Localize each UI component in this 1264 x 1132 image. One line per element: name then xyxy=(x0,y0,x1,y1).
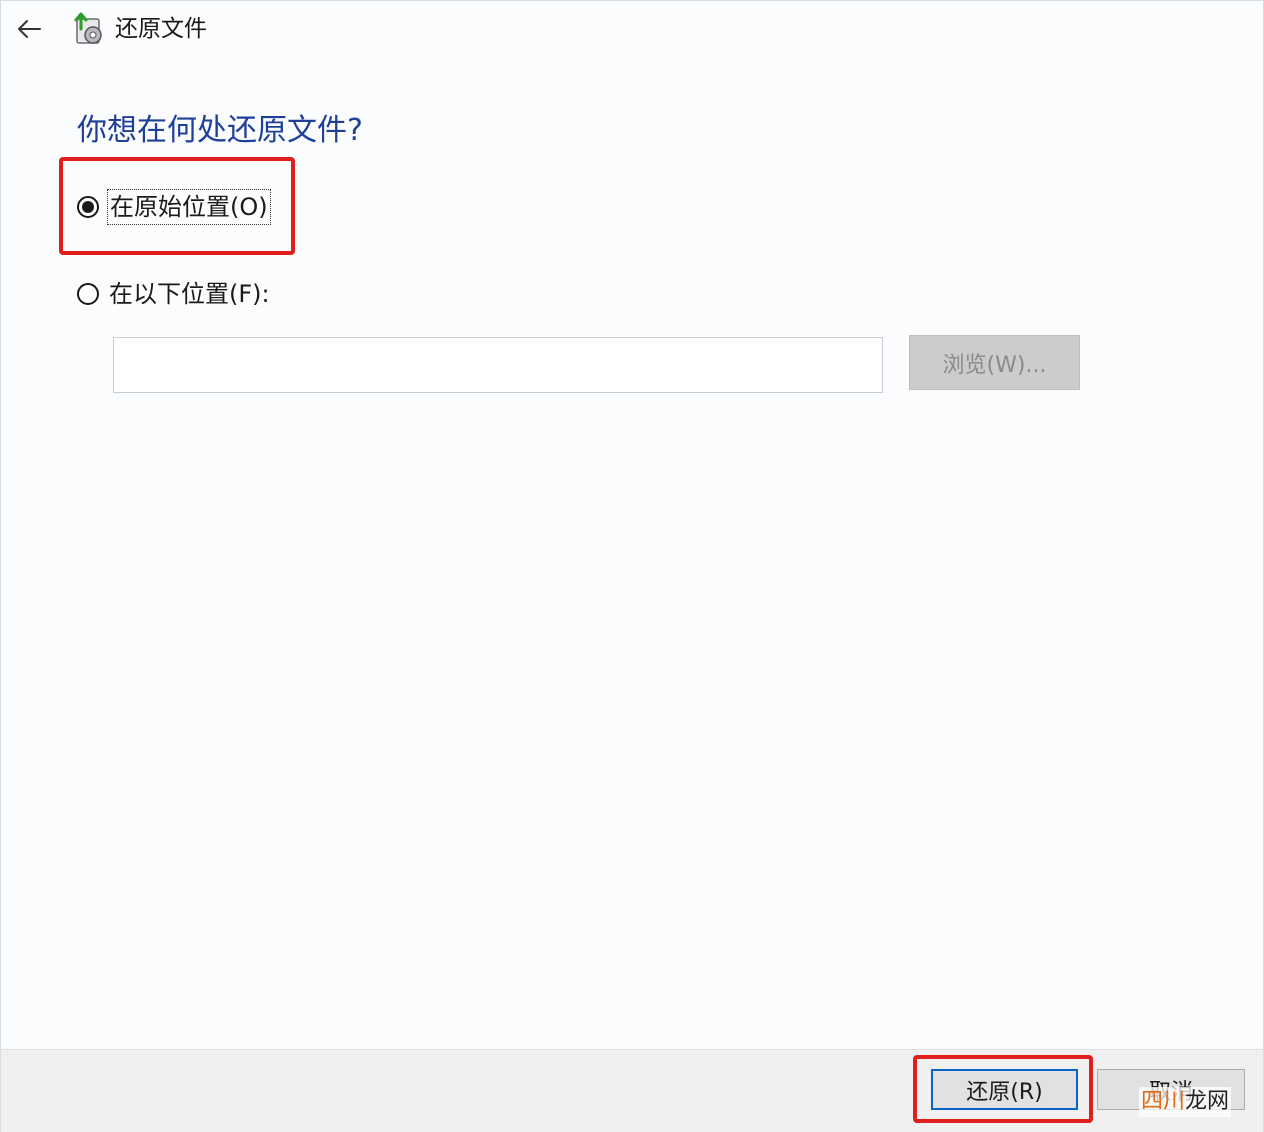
custom-location-option[interactable]: 在以下位置(F): xyxy=(77,277,272,311)
restore-path-input[interactable] xyxy=(113,337,883,393)
restore-location-question: 你想在何处还原文件? xyxy=(77,113,363,148)
restore-button[interactable]: 还原(R) xyxy=(931,1069,1078,1110)
browse-button[interactable]: 浏览(W)... xyxy=(909,335,1080,390)
cancel-button[interactable]: 取消 xyxy=(1097,1069,1245,1110)
file-restore-icon xyxy=(74,12,102,44)
original-location-radio[interactable] xyxy=(77,196,99,218)
original-location-label: 在原始位置(O) xyxy=(107,189,271,225)
original-location-option[interactable]: 在原始位置(O) xyxy=(77,189,271,225)
restore-files-window: 还原文件 你想在何处还原文件? 在原始位置(O) 在以下位置(F): 浏览(W)… xyxy=(0,0,1264,1132)
window-title: 还原文件 xyxy=(115,16,207,42)
custom-location-label: 在以下位置(F): xyxy=(109,280,270,308)
back-button[interactable] xyxy=(9,9,49,49)
custom-location-radio[interactable] xyxy=(77,283,99,305)
arrow-left-icon xyxy=(18,20,41,38)
